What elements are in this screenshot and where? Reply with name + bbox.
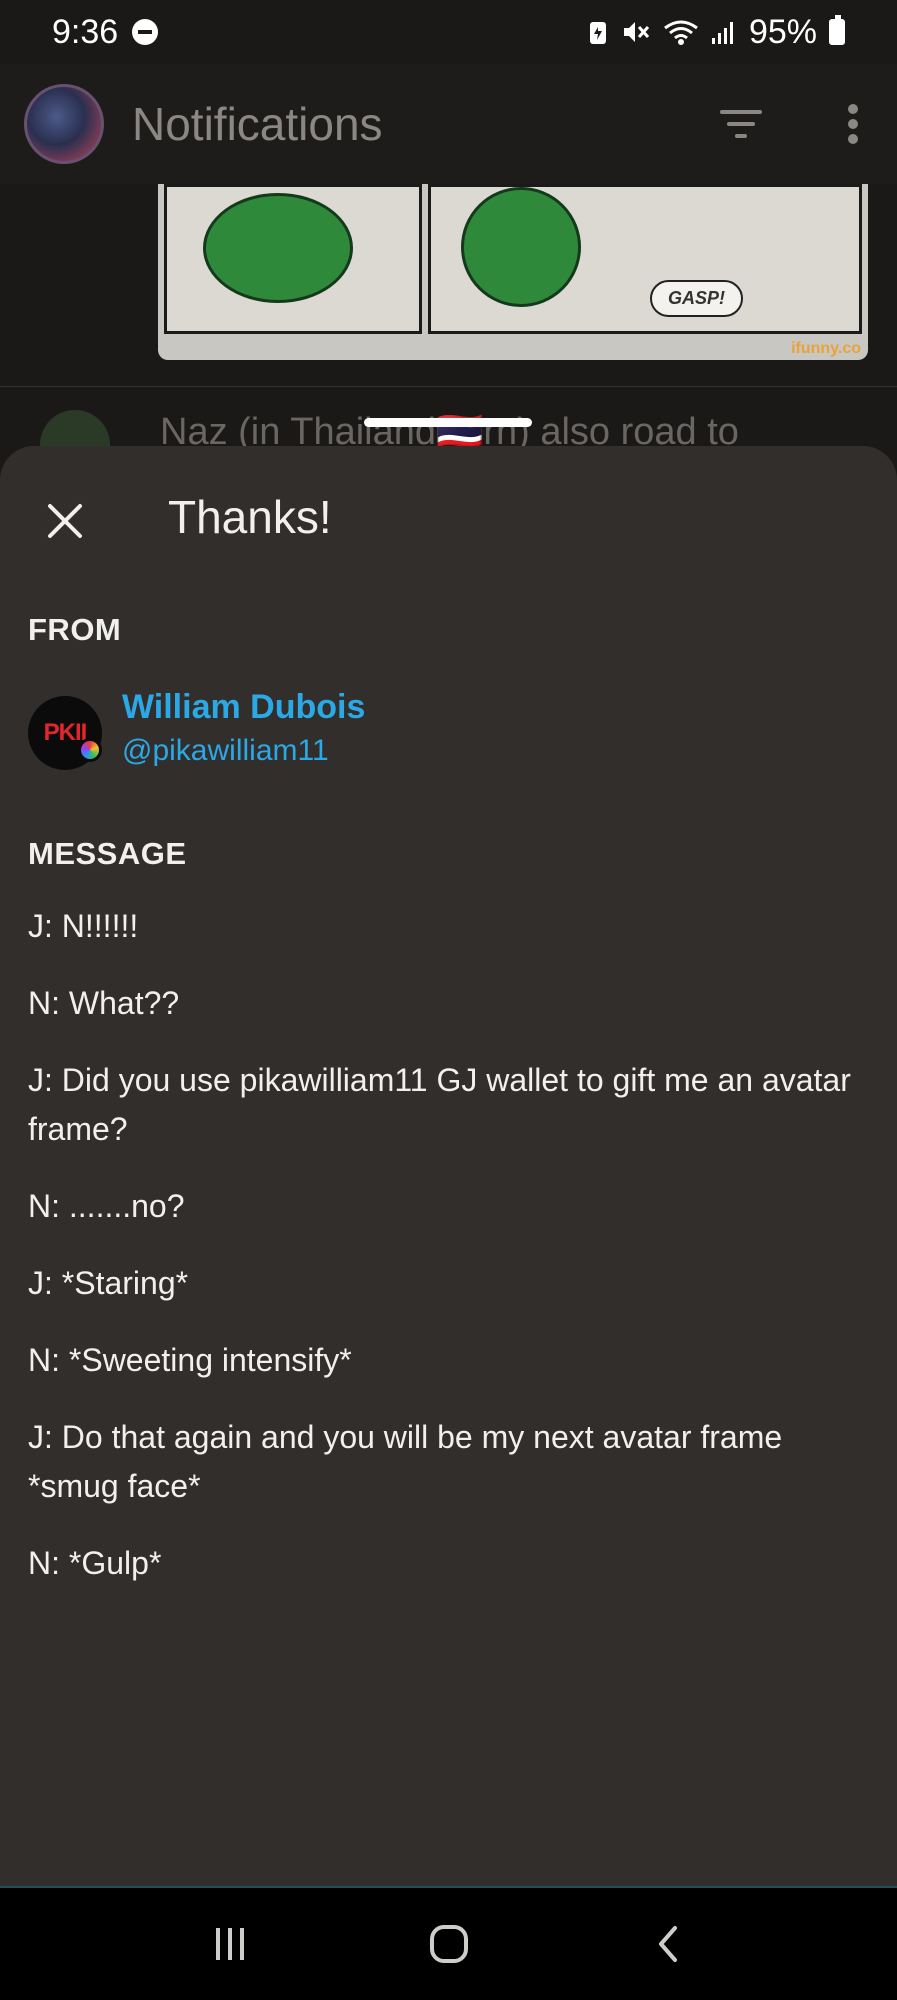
message-body: J: N!!!!!! N: What?? J: Did you use pika… bbox=[28, 902, 868, 1616]
speech-bubble: GASP! bbox=[650, 280, 744, 317]
recent-apps-icon bbox=[215, 1928, 244, 1960]
message-line: J: *Staring* bbox=[28, 1265, 189, 1301]
battery-saver-icon bbox=[589, 22, 606, 44]
sender-handle[interactable]: @pikawilliam11 bbox=[122, 734, 329, 768]
mute-icon bbox=[623, 22, 650, 42]
pig-character bbox=[461, 187, 581, 307]
message-label: MESSAGE bbox=[28, 836, 187, 871]
battery-icon bbox=[829, 15, 845, 45]
dnd-icon bbox=[132, 19, 159, 45]
profile-avatar[interactable] bbox=[24, 84, 104, 164]
page-title: Notifications bbox=[132, 98, 383, 150]
status-time: 9:36 bbox=[52, 12, 119, 51]
system-nav-bar bbox=[0, 1888, 897, 2000]
app-bar: Notifications bbox=[0, 64, 897, 184]
sender-card[interactable]: PKII William Dubois @pikawilliam11 bbox=[28, 688, 868, 778]
badge-icon bbox=[78, 738, 102, 762]
signal-icon bbox=[711, 22, 733, 44]
back-icon bbox=[658, 1926, 677, 1962]
close-button[interactable] bbox=[30, 486, 100, 556]
home-button[interactable] bbox=[404, 1904, 494, 1984]
screen: 9:36 95% Notifications GASP! ifunny.co N… bbox=[0, 0, 897, 2000]
message-line: N: What?? bbox=[28, 985, 180, 1021]
status-right: 95% bbox=[587, 13, 845, 52]
comic-image[interactable] bbox=[158, 184, 868, 360]
pig-character bbox=[203, 193, 353, 303]
filter-icon[interactable] bbox=[709, 92, 773, 156]
status-left: 9:36 bbox=[52, 12, 159, 52]
divider bbox=[0, 386, 897, 387]
message-line: N: *Gulp* bbox=[28, 1545, 162, 1581]
comic-panel bbox=[428, 184, 862, 334]
message-line: N: .......no? bbox=[28, 1188, 185, 1224]
more-vert-icon[interactable] bbox=[833, 92, 873, 156]
sheet-drag-handle[interactable] bbox=[364, 418, 532, 427]
recent-apps-button[interactable] bbox=[185, 1904, 275, 1984]
back-button[interactable] bbox=[623, 1904, 713, 1984]
status-bar: 9:36 95% bbox=[0, 0, 897, 64]
message-line: N: *Sweeting intensify* bbox=[28, 1342, 352, 1378]
home-icon bbox=[429, 1925, 468, 1963]
thanks-sheet: Thanks! FROM PKII William Dubois @pikawi… bbox=[0, 446, 897, 1886]
comic-panel bbox=[164, 184, 422, 334]
sheet-header: Thanks! bbox=[0, 446, 897, 586]
from-label: FROM bbox=[28, 612, 122, 647]
message-line: J: Do that again and you will be my next… bbox=[28, 1419, 783, 1504]
comic-watermark: ifunny.co bbox=[791, 340, 861, 357]
sheet-title: Thanks! bbox=[168, 491, 332, 543]
message-line: J: Did you use pikawilliam11 GJ wallet t… bbox=[28, 1062, 851, 1147]
battery-percent: 95% bbox=[748, 12, 817, 51]
sender-name[interactable]: William Dubois bbox=[122, 688, 365, 727]
close-icon bbox=[48, 504, 82, 538]
wifi-icon bbox=[664, 20, 698, 45]
message-line: J: N!!!!!! bbox=[28, 908, 139, 944]
